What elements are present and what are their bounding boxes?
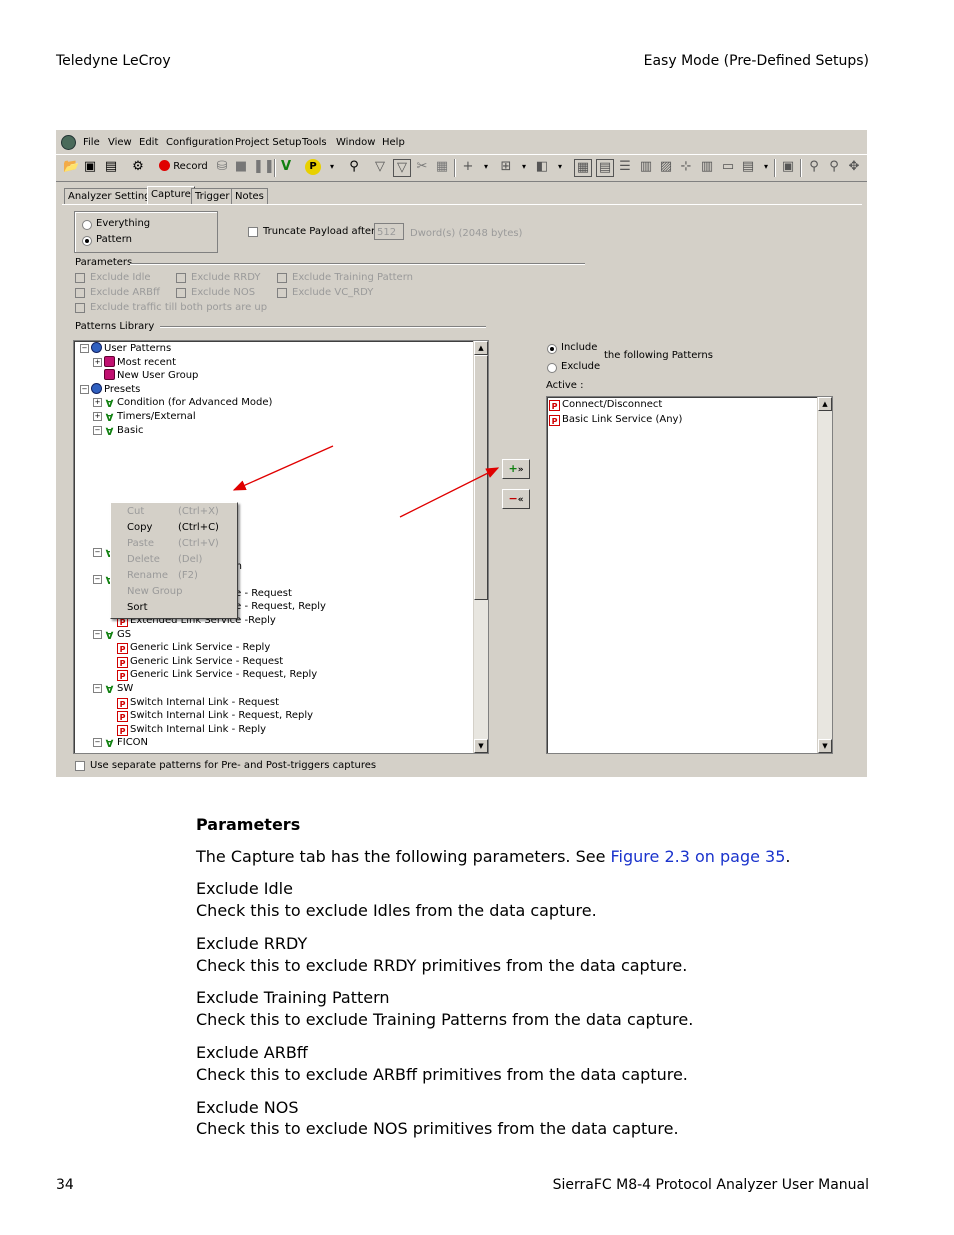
zoom-out-icon[interactable]: ⚲ [826,159,842,175]
scissors-icon[interactable]: ✂ [414,159,430,175]
chevron-down-icon[interactable]: ▾ [552,159,568,175]
add-icon[interactable]: + [460,159,476,175]
document-icon[interactable]: ▤ [103,159,119,175]
pattern-icon: P [549,415,560,426]
include-radio[interactable] [547,344,557,354]
filter-active-icon[interactable]: ▽ [393,159,411,177]
window-icon[interactable]: ▣ [780,159,796,175]
stack-icon[interactable]: ▤ [740,159,756,175]
calc-icon[interactable]: ▥ [638,159,654,175]
tab-capture[interactable]: Capture [147,186,195,205]
add-pattern-button[interactable]: +» [502,459,530,479]
menu-edit[interactable]: Edit [139,137,158,148]
param-term: Exclude Idle [196,879,293,898]
tab-analyzer-settings[interactable]: Analyzer Settings [64,188,160,204]
separate-patterns-checkbox[interactable] [75,761,85,771]
param-term: Exclude NOS [196,1098,299,1117]
menu-bar: File View Edit Configuration Project Set… [56,130,867,154]
toolbar: 📂 ▣ ▤ ⚙ Record ⛁ ■ ❚❚ V P ▾ ⚲ ▽ ▽ ✂ ▦ + … [56,154,867,182]
param-desc: Check this to exclude Training Patterns … [196,1010,694,1029]
param-term: Exclude ARBff [196,1043,308,1062]
box-icon[interactable]: ▭ [720,159,736,175]
param-desc: Check this to exclude Idles from the dat… [196,901,597,920]
param-desc: Check this to exclude RRDY primitives fr… [196,956,688,975]
page-header-right: Easy Mode (Pre-Defined Setups) [643,53,869,69]
app-screenshot: File View Edit Configuration Project Set… [56,130,867,777]
building-icon[interactable]: ▥ [699,159,715,175]
record-button[interactable]: Record [159,160,208,172]
scroll-up-icon[interactable]: ▲ [818,397,832,411]
chevron-down-icon[interactable]: ▾ [324,159,340,175]
binoculars-icon[interactable]: ⚲ [346,159,362,175]
figure-link[interactable]: Figure 2.3 on page 35 [611,847,786,866]
open-folder-icon[interactable]: 📂 [63,159,79,175]
separate-patterns-label: Use separate patterns for Pre- and Post-… [90,760,377,771]
chevron-down-icon[interactable]: ▾ [478,159,494,175]
list-item[interactable]: P Basic Link Service (Any) [549,413,682,426]
param-desc: Check this to exclude ARBff primitives f… [196,1065,688,1084]
active-patterns-list[interactable]: P Connect/Disconnect P Basic Link Service … [546,396,833,754]
pause-icon[interactable]: ❚❚ [253,159,275,175]
exclude-radio[interactable] [547,363,557,373]
menu-help[interactable]: Help [382,137,405,148]
menu-tools[interactable]: Tools [302,137,327,148]
grid-icon[interactable]: ⊞ [498,159,514,175]
param-term: Exclude Training Pattern [196,988,390,1007]
list-item[interactable]: P Connect/Disconnect [549,398,662,411]
include-label: Include [561,342,598,353]
trigger-icon[interactable]: V [278,159,294,175]
scroll-down-icon[interactable]: ▼ [818,739,832,753]
network-icon[interactable]: ⊹ [678,159,694,175]
chart-icon[interactable]: ▨ [658,159,674,175]
record-icon [159,160,170,171]
table-icon[interactable]: ▦ [434,159,450,175]
remove-pattern-button[interactable]: −« [502,489,530,509]
settings-icon[interactable]: ⚙ [130,159,146,175]
following-patterns-label: the following Patterns [604,350,713,361]
page-header-left: Teledyne LeCroy [56,53,171,69]
save-icon[interactable]: ▣ [82,159,98,175]
menu-project-setup[interactable]: Project Setup [235,137,302,148]
tab-notes[interactable]: Notes [231,188,268,204]
page-number: 34 [56,1177,74,1193]
tab-trigger[interactable]: Trigger [191,188,234,204]
param-term: Exclude RRDY [196,934,308,953]
menu-window[interactable]: Window [336,137,375,148]
rows-icon[interactable]: ☰ [617,159,633,175]
record-label: Record [173,161,208,172]
app-icon [61,135,76,150]
menu-view[interactable]: View [108,137,132,148]
filter-icon[interactable]: ▽ [372,159,388,175]
manual-title: SierraFC M8-4 Protocol Analyzer User Man… [552,1177,869,1193]
param-desc: Check this to exclude NOS primitives fro… [196,1119,679,1138]
stop-icon[interactable]: ■ [233,159,249,175]
move-icon[interactable]: ✥ [846,159,862,175]
list-view-icon[interactable]: ▤ [596,159,614,177]
section-heading: Parameters [196,815,301,834]
active-label: Active : [546,380,584,391]
intro-paragraph: The Capture tab has the following parame… [196,847,791,866]
menu-configuration[interactable]: Configuration [166,137,234,148]
chevron-down-icon[interactable]: ▾ [758,159,774,175]
zoom-in-icon[interactable]: ⚲ [806,159,822,175]
arrow-to-add-button [399,467,500,518]
exclude-label: Exclude [561,361,601,372]
pattern-icon: P [549,400,560,411]
arrow-to-menu [232,445,334,491]
chevron-down-icon[interactable]: ▾ [516,159,532,175]
menu-file[interactable]: File [83,137,100,148]
database-icon[interactable]: ⛁ [214,159,230,175]
layers-icon[interactable]: ◧ [534,159,550,175]
pattern-p-icon[interactable]: P [305,159,321,175]
grid-view-icon[interactable]: ▦ [574,159,592,177]
active-scrollbar[interactable]: ▲ ▼ [817,397,832,753]
capture-panel: Everything Pattern Truncate Payload afte… [62,204,862,773]
